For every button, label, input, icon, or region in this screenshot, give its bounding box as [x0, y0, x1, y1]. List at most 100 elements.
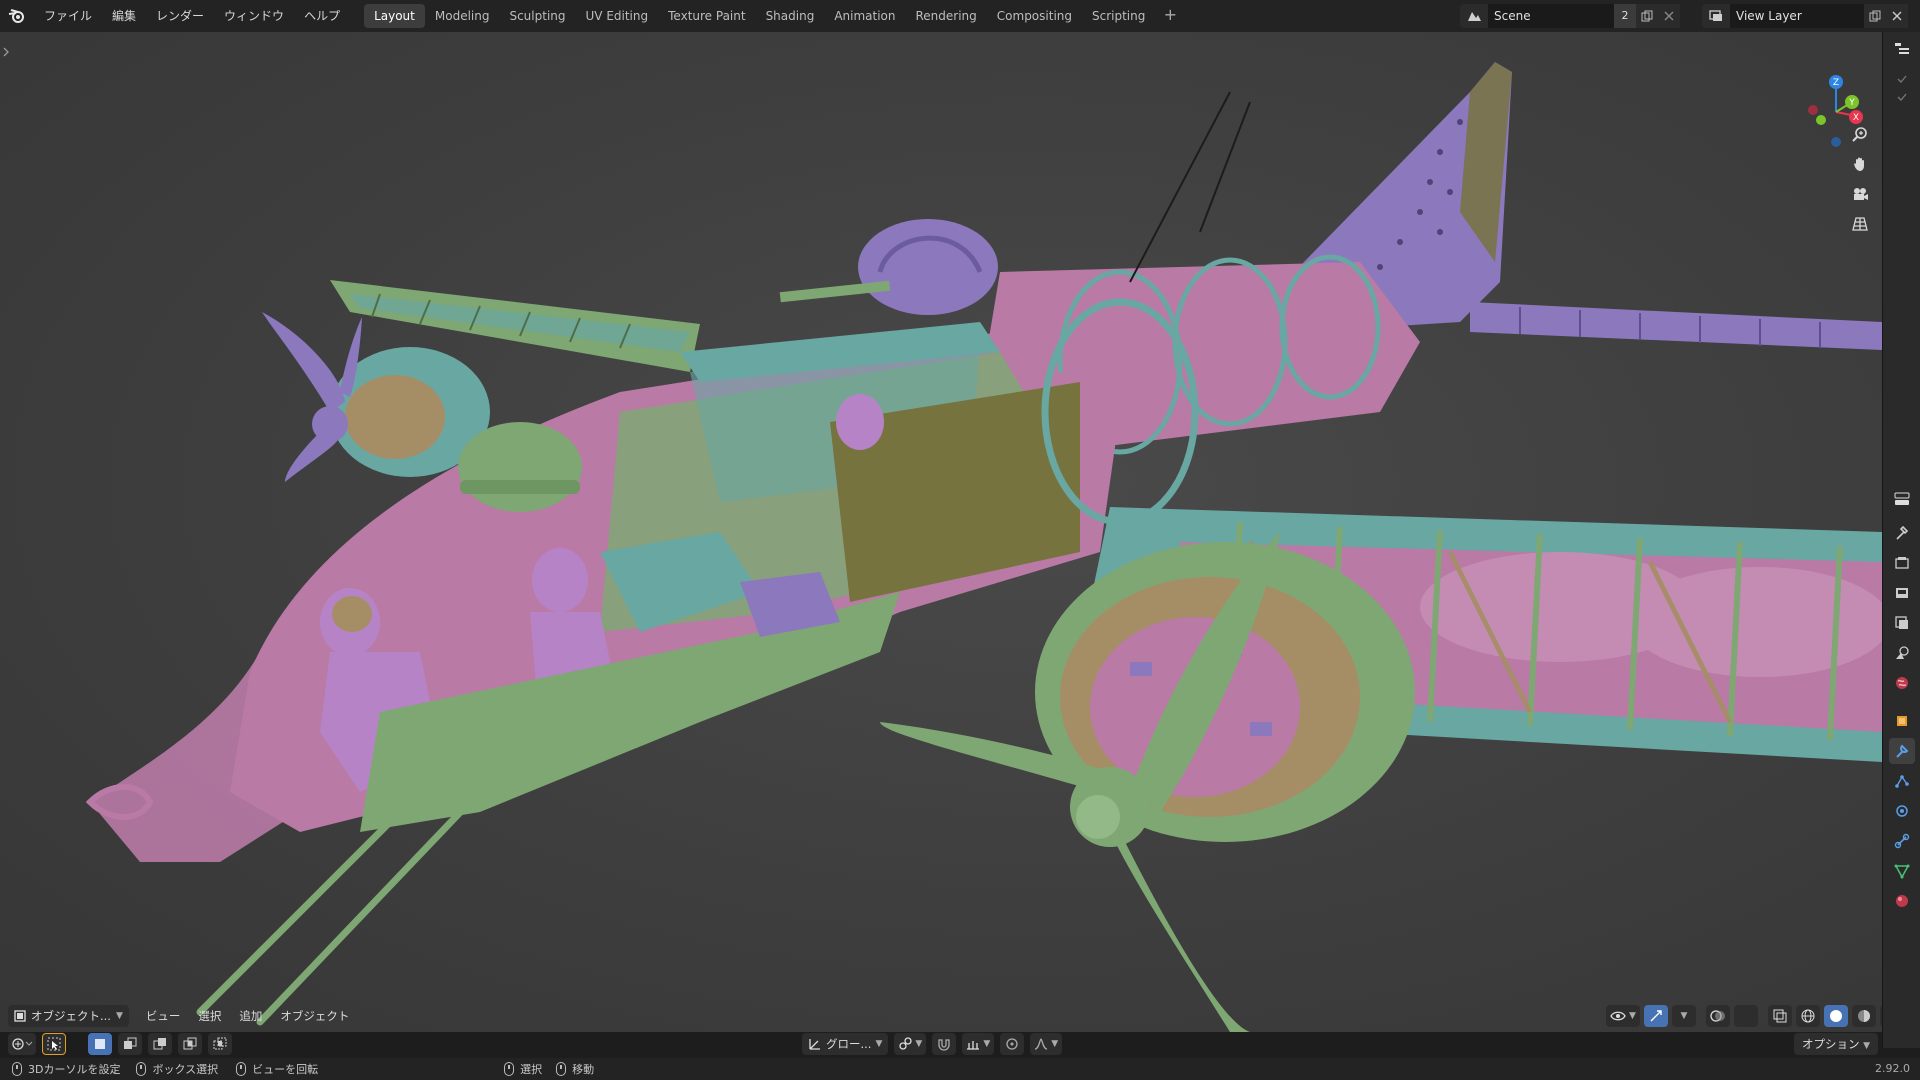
grid-perspective-icon[interactable] [1844, 210, 1876, 238]
options-dropdown[interactable]: オプション ▼ [1794, 1033, 1879, 1055]
overlays-dropdown[interactable] [1733, 1005, 1758, 1027]
select-mode-invert-button[interactable] [178, 1033, 202, 1055]
pivot-point-dropdown[interactable]: ▼ [894, 1033, 927, 1055]
toolbar-toggle-icon[interactable] [2, 46, 10, 60]
camera-icon[interactable] [1844, 180, 1876, 208]
3d-viewport[interactable]: Z X Y [0, 32, 1882, 1032]
new-view-layer-icon[interactable] [1864, 4, 1886, 28]
view-layer-browse-icon[interactable] [1702, 4, 1730, 28]
overlays-icon [1710, 1010, 1725, 1022]
mouse-left-icon [12, 1062, 22, 1076]
overlays-toggle[interactable] [1705, 1005, 1730, 1027]
menu-render[interactable]: レンダー [146, 4, 214, 28]
menu-object[interactable]: オブジェクト [271, 1005, 358, 1027]
checkmark-icon[interactable] [1889, 84, 1915, 110]
particle-properties-icon[interactable] [1889, 768, 1915, 794]
view-layer-selector: View Layer [1702, 3, 1908, 29]
snap-toggle[interactable] [932, 1033, 957, 1055]
menu-view[interactable]: ビュー [137, 1005, 190, 1027]
tool-settings-icon[interactable] [1889, 520, 1915, 546]
wireframe-sphere-icon [1801, 1009, 1815, 1023]
menu-select[interactable]: 選択 [189, 1005, 230, 1027]
magnet-icon [938, 1039, 950, 1051]
orientation-global-icon [809, 1039, 820, 1050]
chevron-down-icon: ▼ [1680, 1011, 1688, 1021]
shading-solid-button[interactable] [1823, 1005, 1848, 1027]
menu-window[interactable]: ウィンドウ [214, 4, 294, 28]
scene-browse-icon[interactable] [1460, 4, 1488, 28]
object-properties-icon[interactable] [1889, 708, 1915, 734]
tab-scripting[interactable]: Scripting [1082, 4, 1155, 28]
status-hint-label: 移動 [572, 1063, 595, 1076]
output-properties-icon[interactable] [1889, 580, 1915, 606]
tab-rendering[interactable]: Rendering [906, 4, 987, 28]
visibility-dropdown[interactable]: ▼ [1606, 1005, 1640, 1027]
add-workspace-button[interactable]: + [1159, 5, 1181, 27]
gizmo-dropdown[interactable]: ▼ [1671, 1005, 1696, 1027]
menu-add[interactable]: 追加 [230, 1005, 271, 1027]
snap-target-dropdown[interactable]: ▼ [962, 1033, 995, 1055]
status-hint-label: ボックス選択 [152, 1063, 219, 1076]
mouse-left-icon [504, 1062, 515, 1076]
select-tool-button[interactable] [42, 1033, 66, 1055]
tab-animation[interactable]: Animation [824, 4, 905, 28]
tab-texture-paint[interactable]: Texture Paint [658, 4, 755, 28]
select-mode-subtract-button[interactable] [148, 1033, 172, 1055]
delete-scene-icon[interactable] [1658, 4, 1680, 28]
proportional-editing-toggle[interactable] [1000, 1033, 1025, 1055]
transform-orientation-dropdown[interactable]: グロー... ▼ [802, 1033, 889, 1055]
status-hint-label: 選択 [520, 1063, 543, 1076]
mouse-left-drag-icon [556, 1062, 567, 1076]
hand-pan-icon[interactable] [1844, 150, 1876, 178]
select-mode-extend-button[interactable] [118, 1033, 142, 1055]
outliner-icon[interactable] [1889, 36, 1915, 62]
new-scene-icon[interactable] [1636, 4, 1658, 28]
view-layer-name-field[interactable]: View Layer [1730, 4, 1864, 28]
blender-logo-icon[interactable] [0, 0, 34, 32]
status-hint-move: 移動 [556, 1061, 594, 1077]
scene-name-field[interactable]: Scene [1488, 4, 1614, 28]
data-properties-icon[interactable] [1889, 858, 1915, 884]
properties-editor-icon[interactable] [1889, 486, 1915, 512]
tab-uv-editing[interactable]: UV Editing [576, 4, 659, 28]
render-properties-icon[interactable] [1889, 550, 1915, 576]
aircraft-cutaway-model [85, 62, 1882, 1032]
shading-wireframe-button[interactable] [1795, 1005, 1820, 1027]
gizmo-toggle[interactable] [1643, 1005, 1668, 1027]
world-properties-icon[interactable] [1889, 670, 1915, 696]
modifier-properties-icon[interactable] [1889, 738, 1915, 764]
select-mode-new-button[interactable] [88, 1033, 112, 1055]
menu-edit[interactable]: 編集 [102, 4, 146, 28]
chevron-down-icon: ▼ [983, 1039, 991, 1049]
constraint-properties-icon[interactable] [1889, 828, 1915, 854]
menu-help[interactable]: ヘルプ [294, 4, 350, 28]
menu-file[interactable]: ファイル [34, 4, 102, 28]
mouse-left-drag-icon [136, 1062, 147, 1076]
tab-shading[interactable]: Shading [756, 4, 825, 28]
select-mode-intersect-button[interactable] [208, 1033, 232, 1055]
proportional-falloff-dropdown[interactable]: ▼ [1030, 1033, 1063, 1055]
delete-view-layer-icon[interactable] [1886, 4, 1908, 28]
workspace-tabs: Layout Modeling Sculpting UV Editing Tex… [364, 0, 1181, 32]
scene-properties-icon[interactable] [1889, 640, 1915, 666]
snap-increment-icon [967, 1041, 980, 1050]
mode-dropdown[interactable]: オブジェクト... ▼ [8, 1005, 129, 1027]
tab-layout[interactable]: Layout [364, 4, 425, 28]
solid-sphere-icon [1829, 1010, 1842, 1022]
zoom-icon[interactable] [1844, 120, 1876, 148]
tab-modeling[interactable]: Modeling [425, 4, 500, 28]
material-properties-icon[interactable] [1889, 888, 1915, 914]
xray-toggle[interactable] [1767, 1005, 1792, 1027]
view-layer-properties-icon[interactable] [1889, 610, 1915, 636]
chevron-down-icon: ▼ [875, 1039, 883, 1049]
mouse-middle-icon [236, 1062, 247, 1076]
status-hint-box-select: ボックス選択 [136, 1061, 218, 1077]
editor-type-dropdown[interactable] [8, 1033, 36, 1055]
physics-properties-icon[interactable] [1889, 798, 1915, 824]
chevron-down-icon: ▼ [1629, 1011, 1636, 1021]
status-hint-set-cursor: 3Dカーソルを設定 [12, 1061, 120, 1077]
transform-header: グロー... ▼ ▼ ▼ ▼ [802, 1032, 1063, 1056]
tab-sculpting[interactable]: Sculpting [499, 4, 575, 28]
tab-compositing[interactable]: Compositing [987, 4, 1082, 28]
shading-material-button[interactable] [1851, 1005, 1876, 1027]
